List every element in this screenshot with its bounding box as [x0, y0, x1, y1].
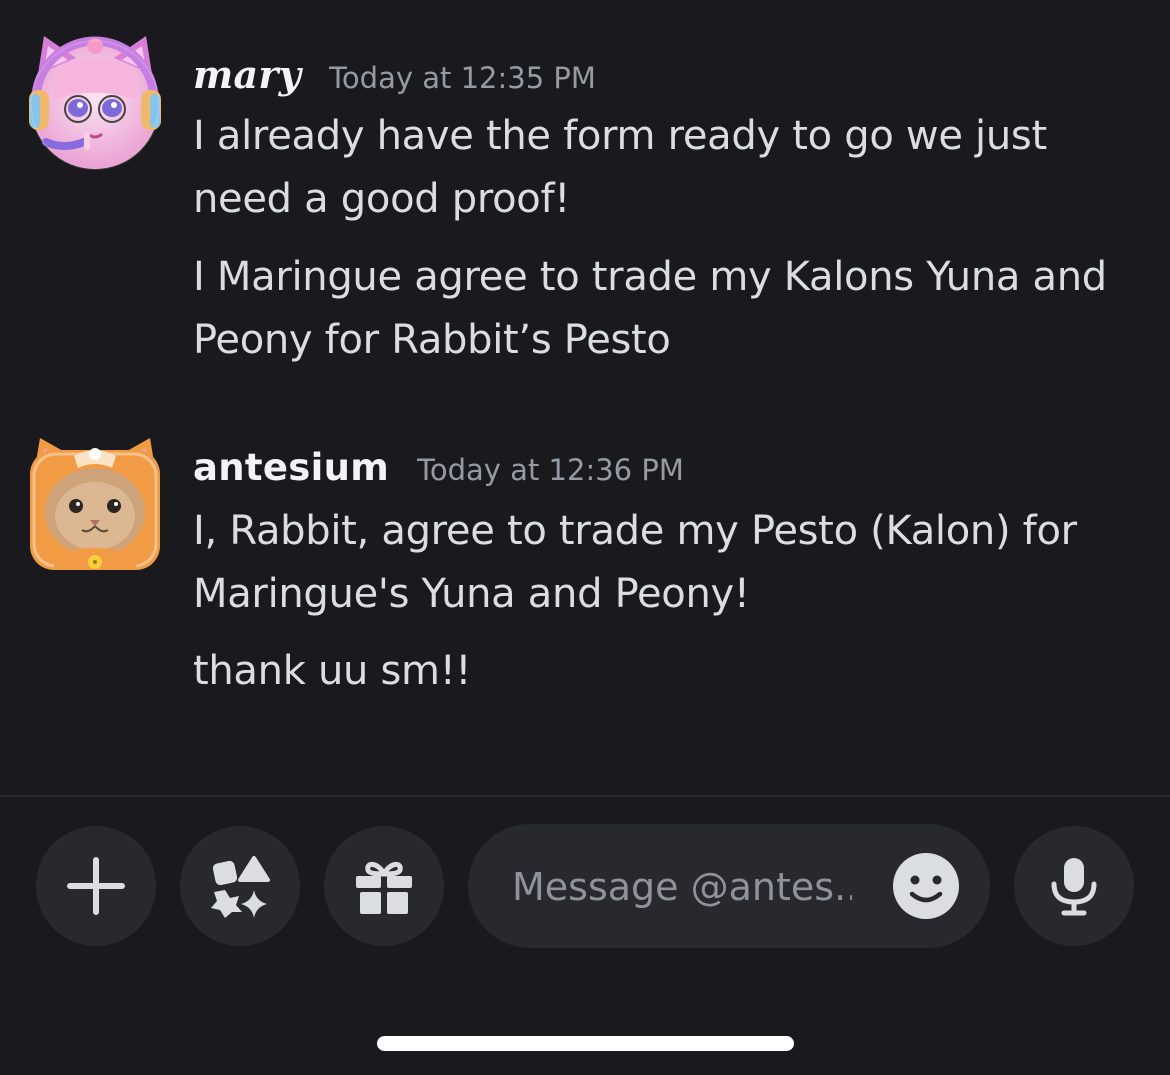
message-text: I, Rabbit, agree to trade my Pesto (Kalo… [193, 508, 1077, 617]
message-text: I Maringue agree to trade my Kalons Yuna… [193, 254, 1107, 363]
emoji-button[interactable] [892, 852, 960, 920]
username[interactable]: mary [193, 52, 301, 97]
add-button[interactable] [36, 826, 156, 946]
message-text: thank uu sm!! [193, 648, 472, 694]
message-input[interactable] [510, 854, 854, 920]
username[interactable]: antesium [193, 446, 389, 489]
home-indicator[interactable] [377, 1036, 794, 1051]
apps-button[interactable] [180, 826, 300, 946]
message-composer [0, 797, 1170, 1075]
message-header: mary Today at 12:35 PM [193, 52, 596, 97]
gift-button[interactable] [324, 826, 444, 946]
message-input-container[interactable] [468, 824, 990, 948]
avatar[interactable] [24, 434, 166, 576]
timestamp: Today at 12:36 PM [417, 453, 684, 487]
avatar[interactable] [24, 30, 166, 172]
message-text: I already have the form ready to go we j… [193, 113, 1047, 222]
emoji-icon [893, 853, 959, 919]
timestamp: Today at 12:35 PM [329, 61, 596, 95]
plus-icon [67, 857, 125, 915]
gift-icon [356, 862, 412, 914]
message-list: mary Today at 12:35 PM I already have th… [0, 0, 1170, 795]
message-header: antesium Today at 12:36 PM [193, 446, 684, 489]
apps-icon [211, 856, 270, 918]
voice-message-button[interactable] [1014, 826, 1134, 946]
microphone-icon [1051, 858, 1097, 916]
